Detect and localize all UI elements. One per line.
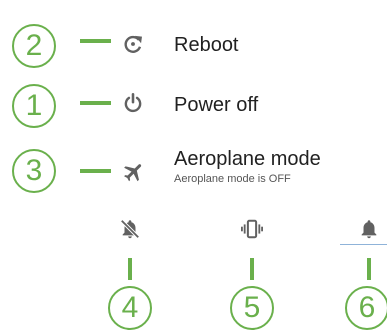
callout-2: 2 xyxy=(12,24,56,68)
reboot-label: Reboot xyxy=(174,34,239,56)
callout-connector xyxy=(80,169,111,173)
callout-6: 6 xyxy=(345,286,387,330)
reboot-icon xyxy=(122,33,144,60)
menu-item-power-off[interactable]: Power off xyxy=(122,82,377,126)
callout-1: 1 xyxy=(12,84,56,128)
callout-connector xyxy=(367,258,371,280)
silent-mode-button[interactable] xyxy=(112,212,148,248)
aeroplane-mode-status: Aeroplane mode is OFF xyxy=(174,173,291,185)
callout-5: 5 xyxy=(230,286,274,330)
callout-connector xyxy=(80,39,111,43)
menu-item-reboot[interactable]: Reboot xyxy=(122,22,377,66)
aeroplane-mode-label: Aeroplane mode xyxy=(174,148,321,170)
bell-icon xyxy=(361,220,377,239)
menu-item-aeroplane-mode[interactable]: Aeroplane mode Aeroplane mode is OFF xyxy=(122,146,377,194)
callout-4: 4 xyxy=(108,286,152,330)
vibrate-icon xyxy=(241,219,263,239)
callout-connector xyxy=(80,101,111,105)
bell-off-icon xyxy=(120,219,140,239)
callout-3: 3 xyxy=(12,149,56,193)
power-icon xyxy=(122,92,144,119)
power-off-label: Power off xyxy=(174,94,259,116)
sound-mode-button[interactable] xyxy=(351,212,387,248)
callout-connector xyxy=(128,258,132,280)
callout-connector xyxy=(250,258,254,280)
vibrate-mode-button[interactable] xyxy=(234,212,270,248)
airplane-icon xyxy=(122,160,146,189)
sound-mode-selected-indicator xyxy=(340,244,387,245)
